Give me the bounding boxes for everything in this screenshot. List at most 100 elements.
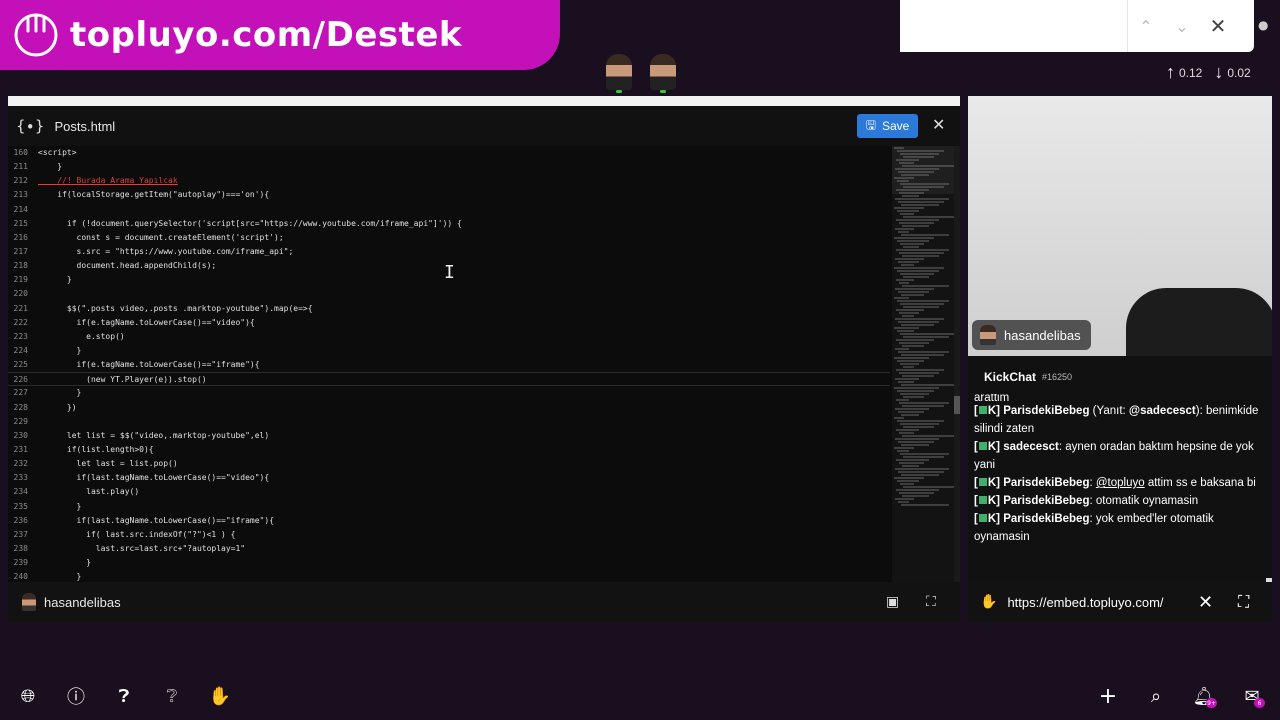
code-line[interactable]: 229 bbox=[8, 415, 890, 429]
code-line[interactable]: 160 <script> bbox=[8, 146, 890, 160]
search-icon[interactable]: ⌕ bbox=[1144, 684, 1168, 708]
participant-avatar[interactable] bbox=[606, 54, 632, 93]
code-line[interactable]: 212 //! Burada Arama Yapılcak bbox=[8, 174, 890, 188]
minimap-line bbox=[900, 213, 914, 215]
badge-bracket: [ bbox=[974, 513, 978, 525]
line-text: }) bbox=[38, 402, 77, 412]
code-line[interactable]: 234 last.play() bbox=[8, 485, 890, 499]
badge-bracket: K] bbox=[987, 405, 1004, 417]
minimap-line bbox=[894, 387, 939, 389]
save-button[interactable]: 🖫 Save bbox=[857, 114, 918, 138]
code-line[interactable]: 233 if(last.tagName.toLowerCase()=="vide… bbox=[8, 471, 890, 485]
minimap-line bbox=[896, 459, 929, 461]
picture-in-picture-icon[interactable]: ▣ bbox=[886, 594, 899, 610]
code-line[interactable]: 223 e.stop() bbox=[8, 330, 890, 344]
code-line[interactable]: 235 } bbox=[8, 500, 890, 514]
close-icon[interactable]: ✕ bbox=[1198, 592, 1213, 613]
chat-username[interactable]: ParisdekiBebeg bbox=[1003, 495, 1089, 507]
code-line[interactable]: 230 let list = $$("video,.marktop-youtub… bbox=[8, 429, 890, 443]
close-icon[interactable]: ✕ bbox=[932, 115, 945, 134]
line-text: e.stop() bbox=[38, 331, 125, 341]
line-text: } bbox=[38, 558, 91, 568]
fullscreen-icon[interactable]: ⛶ bbox=[926, 594, 936, 610]
code-line[interactable]: 221 $$(".posts video,.posts .marktop-you… bbox=[8, 302, 890, 316]
participant-avatar[interactable] bbox=[650, 54, 676, 93]
minimap-line bbox=[898, 441, 934, 443]
topluyo-logo-icon[interactable]: ✋ bbox=[208, 684, 232, 708]
code-line[interactable]: 213 if(localStorage.getItem("autoplay")=… bbox=[8, 188, 890, 202]
minimap-line bbox=[894, 207, 924, 209]
code-line[interactable]: 238 last.src=last.src+"?autoplay=1" bbox=[8, 542, 890, 556]
code-line[interactable]: 237 if( last.src.indexOf("?")<1 ) { bbox=[8, 528, 890, 542]
code-line[interactable]: 217 s.src = "https://www.youtube.com/ifr… bbox=[8, 245, 890, 259]
badge-bracket: K] bbox=[987, 513, 1004, 525]
find-input[interactable] bbox=[900, 0, 1128, 52]
editor-scrollbar[interactable] bbox=[954, 146, 960, 582]
code-line[interactable]: 224 } bbox=[8, 344, 890, 358]
close-icon[interactable]: ✕ bbox=[1200, 0, 1236, 52]
code-line[interactable]: 231 if(list.length>0){ bbox=[8, 443, 890, 457]
code-line[interactable]: 232 let last = list.pop() bbox=[8, 457, 890, 471]
scrollbar-thumb[interactable] bbox=[954, 396, 960, 414]
code-line[interactable]: 239 } bbox=[8, 556, 890, 570]
minimap-line bbox=[898, 291, 929, 293]
minimap-line bbox=[901, 234, 949, 236]
notification-badge: 9+ bbox=[1206, 698, 1217, 708]
code-minimap[interactable] bbox=[892, 146, 954, 582]
chat-text: : otomatik oynamasin bbox=[1089, 495, 1199, 507]
fullscreen-icon[interactable]: ⛶ bbox=[1238, 592, 1249, 612]
chat-username[interactable]: ParisdekiBebeg bbox=[1003, 513, 1089, 525]
chat-mention[interactable]: @sadecesct bbox=[1129, 405, 1196, 417]
minimap-line bbox=[899, 282, 909, 284]
chevron-down-icon[interactable]: ⌄ bbox=[1164, 0, 1200, 52]
code-line[interactable]: 216 const s = document.createElement('sc… bbox=[8, 231, 890, 245]
code-line[interactable]: 228 }) bbox=[8, 401, 890, 415]
globe-icon[interactable]: 🌐︎ bbox=[16, 684, 40, 708]
minimap-line bbox=[902, 345, 924, 347]
footer-user-name: hasandelibas bbox=[44, 594, 121, 610]
code-line[interactable]: 215 if (!document.querySelector('script[… bbox=[8, 217, 890, 231]
minimap-line bbox=[901, 414, 919, 416]
info-icon[interactable]: ⓘ bbox=[64, 684, 88, 708]
brand-text: topluyo.com/Destek bbox=[70, 15, 463, 55]
users-icon[interactable]: ● bbox=[1258, 18, 1268, 32]
help-circle-icon[interactable]: ❔︎ bbox=[160, 684, 184, 708]
code-area[interactable]: 160 <script> 211 } 212 //! Burada Arama Yap… bbox=[8, 146, 890, 582]
add-icon[interactable]: + bbox=[1096, 684, 1120, 709]
chat-mention[interactable]: @topluyo bbox=[1096, 477, 1145, 489]
minimap-line bbox=[900, 393, 929, 395]
line-text: (new YT.Player(e)).stop() bbox=[38, 375, 207, 385]
voice-participants bbox=[606, 54, 676, 93]
code-line[interactable]: 222 if(e.tagName.toLowerCase()=="video")… bbox=[8, 316, 890, 330]
chevron-up-icon[interactable]: ⌃ bbox=[1128, 0, 1164, 52]
minimap-line bbox=[902, 285, 949, 287]
code-line[interactable]: 226 (new YT.Player(e)).stop() bbox=[8, 372, 890, 387]
avatar bbox=[980, 325, 996, 345]
chat-username[interactable]: ParisdekiBebeg bbox=[1003, 477, 1089, 489]
chat-username[interactable]: sadecesct bbox=[1003, 441, 1059, 453]
minimap-viewport[interactable] bbox=[892, 146, 954, 194]
webcam-name-label: hasandelibas bbox=[972, 320, 1091, 350]
mail-icon[interactable]: ✉ 6 bbox=[1240, 684, 1265, 708]
minimap-line bbox=[897, 330, 914, 332]
kick-badge-icon bbox=[978, 514, 987, 522]
code-line[interactable]: 236 if(last.tagName.toLowerCase()=="ifra… bbox=[8, 514, 890, 528]
minimap-line bbox=[903, 366, 914, 368]
arrow-down-icon: ↓ bbox=[1214, 62, 1224, 82]
line-text: if (!document.querySelector('script[src=… bbox=[38, 218, 462, 228]
code-line[interactable]: 211 } bbox=[8, 160, 890, 174]
bell-icon[interactable]: 🔔︎ 9+ bbox=[1192, 684, 1217, 708]
line-number: 222 bbox=[13, 317, 28, 327]
embed-url[interactable]: https://embed.topluyo.com/ bbox=[1007, 595, 1163, 610]
chat-username[interactable]: ParisdekiBebeg bbox=[1003, 405, 1089, 417]
minimap-line bbox=[903, 306, 939, 308]
help-icon[interactable]: ❓︎ bbox=[112, 684, 136, 708]
upload-value: 0.12 bbox=[1179, 65, 1203, 80]
code-line[interactable]: 214 bbox=[8, 203, 890, 217]
line-text: last.src=last.src+"?autoplay=1" bbox=[38, 543, 246, 553]
kick-badge-icon bbox=[978, 406, 987, 414]
code-line[interactable]: 227 } bbox=[8, 386, 890, 400]
minimap-line bbox=[895, 198, 949, 200]
code-line[interactable]: 220 bbox=[8, 287, 890, 301]
code-line[interactable]: 225 if(e.tagName.toLowerCase()=="iframe"… bbox=[8, 358, 890, 372]
